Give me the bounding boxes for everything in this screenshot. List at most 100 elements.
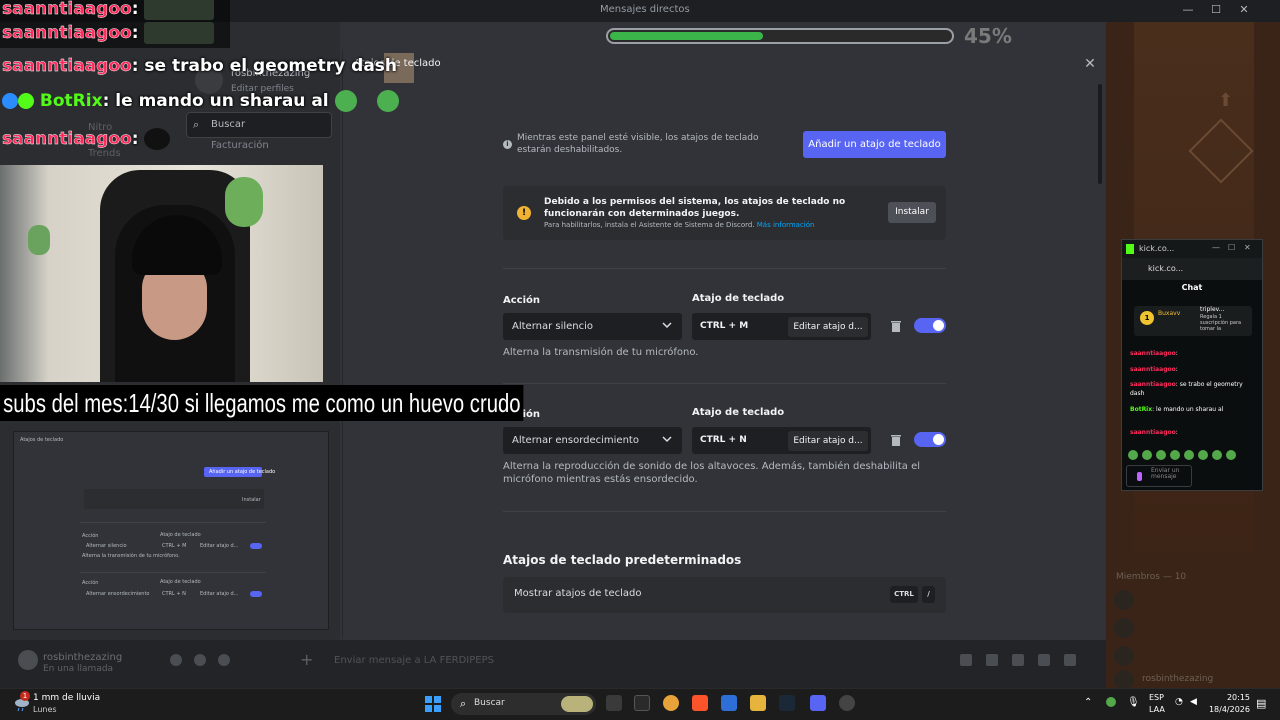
edit-keybind-button[interactable]: Editar atajo d... xyxy=(788,431,868,451)
kick-chat-user: saanntiaagoo xyxy=(1130,366,1176,373)
close-window-button[interactable]: ✕ xyxy=(1236,3,1252,16)
weather-text[interactable]: 1 mm de lluvia xyxy=(33,693,100,703)
kick-chat-input[interactable]: Enviar un mensaje xyxy=(1126,465,1192,487)
mini-title: Atajos de teclado xyxy=(20,437,64,443)
chat-line: saanntiaagoo: xyxy=(2,22,215,48)
edit-keybind-button[interactable]: Editar atajo d... xyxy=(788,317,868,337)
search-icon: ⌕ xyxy=(193,118,200,131)
avatar xyxy=(1114,618,1134,638)
headphones-icon[interactable] xyxy=(194,654,206,666)
close-icon[interactable]: ✕ xyxy=(1082,56,1098,72)
chat-emote xyxy=(334,90,357,112)
gift-icon[interactable] xyxy=(960,654,972,666)
volume-icon[interactable]: ◀ xyxy=(1190,697,1197,707)
member-item[interactable] xyxy=(1114,590,1264,612)
mic-icon[interactable] xyxy=(170,654,182,666)
windows-start-icon[interactable] xyxy=(425,696,441,712)
trash-icon[interactable] xyxy=(890,434,902,447)
kick-emote-bar xyxy=(1128,450,1236,460)
taskbar-search-placeholder: Buscar xyxy=(474,698,505,708)
modal-scrollbar[interactable] xyxy=(1098,84,1102,184)
learn-more-link[interactable]: Más información xyxy=(757,221,815,229)
kick-chat-line: dash xyxy=(1130,390,1144,397)
keybind-recorder[interactable]: CTRL + M Editar atajo d... xyxy=(692,313,871,340)
message-input[interactable]: Enviar mensaje a LA FERDIPEPS xyxy=(334,655,494,666)
emote-icon[interactable] xyxy=(1184,450,1194,460)
mini-edit: Editar atajo d... xyxy=(200,543,239,549)
info-icon: i xyxy=(503,140,512,149)
emote-icon[interactable] xyxy=(1212,450,1222,460)
kick-url: kick.co... xyxy=(1148,264,1184,273)
emote-icon[interactable] xyxy=(1142,450,1152,460)
wifi-icon[interactable]: ◔ xyxy=(1175,697,1183,707)
folder-icon[interactable] xyxy=(750,695,766,711)
chrome-icon[interactable] xyxy=(663,695,679,711)
emote-icon[interactable] xyxy=(1128,450,1138,460)
keybind-keys: CTRL + M xyxy=(700,321,749,331)
clock-date[interactable]: 18/4/2026 xyxy=(1204,705,1250,714)
keybind-recorder[interactable]: CTRL + N Editar atajo d... xyxy=(692,427,871,454)
add-attachment-icon[interactable]: + xyxy=(300,650,313,669)
steam-icon[interactable] xyxy=(779,695,795,711)
minimize-button[interactable]: — xyxy=(1180,3,1196,16)
mini-row2-keys: CTRL + N xyxy=(162,591,186,597)
chat-separator: : xyxy=(131,23,139,43)
apps-icon[interactable] xyxy=(1064,654,1076,666)
maximize-button[interactable]: ☐ xyxy=(1228,243,1235,252)
mini-warning xyxy=(84,489,264,509)
kick-chat-user: saanntiaagoo xyxy=(1130,350,1176,357)
install-button[interactable]: Instalar xyxy=(888,202,936,223)
language-indicator[interactable]: ESP xyxy=(1149,693,1164,702)
divider xyxy=(503,383,946,384)
warning-subtext: Para habilitarlos, instala el Asistente … xyxy=(544,221,814,229)
kick-logo-icon xyxy=(1126,244,1134,254)
gif-icon[interactable] xyxy=(986,654,998,666)
emote-icon[interactable] xyxy=(1170,450,1180,460)
notifications-icon[interactable]: ▤ xyxy=(1256,697,1266,710)
tray-app-icon[interactable] xyxy=(1106,697,1116,707)
settings-item-billing[interactable]: Facturación xyxy=(211,140,269,151)
sticker-icon[interactable] xyxy=(1012,654,1024,666)
kick-chat-user: BotRix xyxy=(1130,406,1153,413)
keybind-description: Alterna la transmisión de tu micrófono. xyxy=(503,347,699,358)
clock-time[interactable]: 20:15 xyxy=(1214,693,1250,702)
minimize-button[interactable]: — xyxy=(1212,243,1220,252)
add-keybind-button[interactable]: Añadir un atajo de teclado xyxy=(803,131,946,158)
chat-separator: : xyxy=(131,0,139,19)
chat-username: BotRix xyxy=(39,91,103,111)
discord-icon[interactable] xyxy=(810,695,826,711)
chat-line: saanntiaagoo: xyxy=(2,0,215,24)
maximize-button[interactable]: ☐ xyxy=(1208,3,1224,16)
chevron-up-icon[interactable]: ⌃ xyxy=(1084,697,1092,708)
emote-icon[interactable] xyxy=(1226,450,1236,460)
keybind-toggle[interactable] xyxy=(914,432,946,447)
action-select[interactable]: Alternar silencio xyxy=(503,313,682,340)
kick-chat-line: saanntiaagoo: xyxy=(1130,429,1178,436)
trash-icon[interactable] xyxy=(890,320,902,333)
member-item[interactable] xyxy=(1114,618,1264,640)
close-window-button[interactable]: ✕ xyxy=(1244,243,1251,252)
action-select[interactable]: Alternar ensordecimiento xyxy=(503,427,682,454)
action-select-value: Alternar ensordecimiento xyxy=(512,435,639,446)
gear-icon[interactable] xyxy=(218,654,230,666)
task-view-icon[interactable] xyxy=(606,695,622,711)
emote-icon[interactable] xyxy=(1198,450,1208,460)
webcam-toy xyxy=(28,225,50,255)
member-item[interactable] xyxy=(1114,646,1264,668)
taskbar-search[interactable]: ⌕ Buscar xyxy=(451,693,596,715)
mic-icon[interactable]: 🎙 xyxy=(1127,697,1140,708)
mini-row2: Alternar ensordecimiento xyxy=(86,591,150,597)
store-icon[interactable] xyxy=(721,695,737,711)
gifter-name: triplev... xyxy=(1200,306,1225,313)
keybind-toggle[interactable] xyxy=(914,318,946,333)
emote-icon[interactable] xyxy=(1156,450,1166,460)
epic-games-icon[interactable] xyxy=(634,695,650,711)
brave-icon[interactable] xyxy=(692,695,708,711)
chat-line: BotRix: le mando un sharau al xyxy=(2,90,399,116)
kick-gift-card: 1 Buxavv triplev... Regala 1 suscripción… xyxy=(1134,306,1252,336)
chat-emote xyxy=(144,22,215,44)
kick-address-bar[interactable]: kick.co... xyxy=(1122,258,1262,280)
coin-icon: 1 xyxy=(1140,311,1154,325)
emoji-icon[interactable] xyxy=(1038,654,1050,666)
obs-icon[interactable] xyxy=(839,695,855,711)
